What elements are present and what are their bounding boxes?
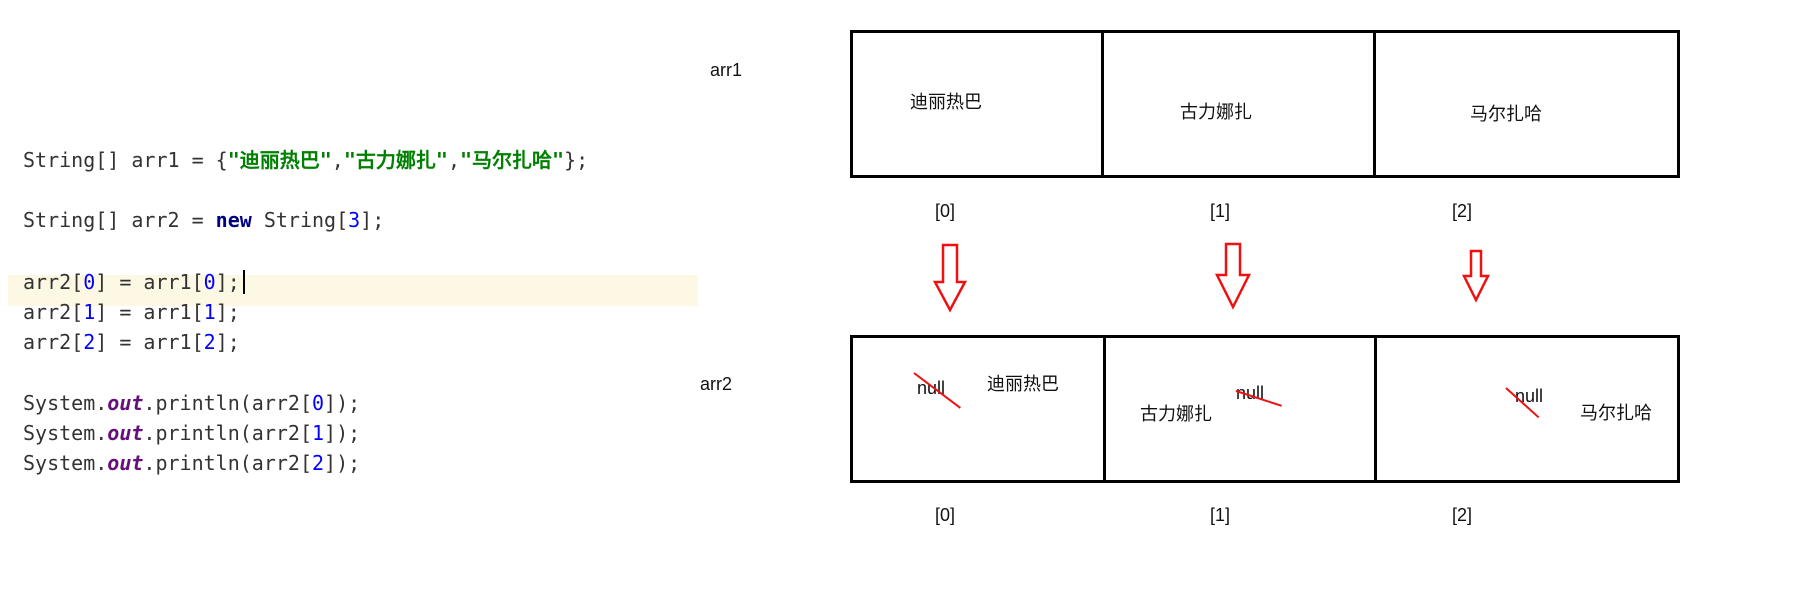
arr1-cell-0: 迪丽热巴 bbox=[910, 92, 982, 112]
code-token: 3 bbox=[348, 208, 361, 232]
code-line: arr2[0] = arr1[0]; bbox=[23, 267, 245, 297]
code-token: "马尔扎哈" bbox=[459, 148, 565, 172]
arr2-cell-0-new: 迪丽热巴 bbox=[987, 374, 1059, 394]
code-token: new bbox=[215, 208, 252, 232]
arr2-index-0: [0] bbox=[935, 505, 956, 525]
code-token: 0 bbox=[203, 270, 216, 294]
code-token: .println(arr2[ bbox=[143, 451, 312, 475]
code-token: arr2[ bbox=[23, 330, 84, 354]
code-token: ]); bbox=[324, 391, 361, 415]
arr1-index-1: [1] bbox=[1210, 201, 1231, 221]
code-token: String[] arr1 = { bbox=[23, 148, 228, 172]
code-token: ]); bbox=[324, 451, 361, 475]
code-token: out bbox=[107, 451, 144, 475]
code-token: 0 bbox=[83, 270, 96, 294]
arr2-box bbox=[850, 335, 1680, 483]
code-token: "古力娜扎" bbox=[343, 148, 448, 172]
code-token: String[] arr2 = bbox=[23, 208, 216, 232]
arr2-divider-1 bbox=[1103, 338, 1106, 480]
code-line: System.out.println(arr2[0]); bbox=[23, 388, 360, 418]
code-token: ]; bbox=[215, 330, 240, 354]
arr2-cell-2-old: null bbox=[1515, 386, 1544, 406]
code-token: 2 bbox=[83, 330, 96, 354]
code-line: String[] arr1 = {"迪丽热巴","古力娜扎","马尔扎哈"}; bbox=[23, 145, 588, 175]
code-token: ] = arr1[ bbox=[95, 270, 204, 294]
code-token: , bbox=[447, 148, 460, 172]
code-token: "迪丽热巴" bbox=[227, 148, 332, 172]
code-panel: String[] arr1 = {"迪丽热巴","古力娜扎","马尔扎哈"}; S… bbox=[0, 0, 700, 603]
code-token: System. bbox=[23, 451, 108, 475]
copy-arrow-1 bbox=[1214, 242, 1252, 310]
code-token: .println(arr2[ bbox=[143, 391, 312, 415]
code-token: ] = arr1[ bbox=[95, 300, 204, 324]
arr1-index-2: [2] bbox=[1452, 201, 1473, 221]
code-line: String[] arr2 = new String[3]; bbox=[23, 205, 384, 235]
text-caret bbox=[242, 269, 245, 294]
code-token: }; bbox=[564, 148, 589, 172]
code-token: 2 bbox=[312, 451, 325, 475]
arr2-divider-2 bbox=[1374, 338, 1377, 480]
code-token: 1 bbox=[83, 300, 96, 324]
arr1-cell-2: 马尔扎哈 bbox=[1470, 104, 1542, 124]
code-token: 0 bbox=[312, 391, 325, 415]
code-token: , bbox=[331, 148, 344, 172]
code-token: .println(arr2[ bbox=[143, 421, 312, 445]
arr1-label: arr1 bbox=[710, 60, 743, 80]
code-token: ]; bbox=[215, 300, 240, 324]
arr2-cell-1-new: 古力娜扎 bbox=[1140, 404, 1212, 424]
code-token: out bbox=[107, 391, 144, 415]
code-token: 1 bbox=[312, 421, 325, 445]
arr2-cell-2-new: 马尔扎哈 bbox=[1580, 403, 1652, 423]
code-token: String[ bbox=[251, 208, 349, 232]
code-token: 2 bbox=[203, 330, 216, 354]
code-token: out bbox=[107, 421, 144, 445]
copy-arrow-0 bbox=[932, 243, 968, 313]
code-token: arr2[ bbox=[23, 270, 84, 294]
code-token: 1 bbox=[203, 300, 216, 324]
arr2-index-1: [1] bbox=[1210, 505, 1231, 525]
code-token: arr2[ bbox=[23, 300, 84, 324]
code-line: System.out.println(arr2[1]); bbox=[23, 418, 360, 448]
copy-arrow-2 bbox=[1461, 249, 1491, 303]
arr2-label: arr2 bbox=[700, 374, 733, 394]
arr2-cell-0-old: null bbox=[917, 378, 946, 398]
code-token: ] = arr1[ bbox=[95, 330, 204, 354]
code-token: ]); bbox=[324, 421, 361, 445]
arr1-divider-1 bbox=[1101, 33, 1104, 175]
code-token: ]; bbox=[360, 208, 385, 232]
code-token: System. bbox=[23, 421, 108, 445]
arr1-cell-1: 古力娜扎 bbox=[1180, 102, 1252, 122]
code-line: arr2[1] = arr1[1]; bbox=[23, 297, 240, 327]
code-token: ]; bbox=[215, 270, 240, 294]
code-token: System. bbox=[23, 391, 108, 415]
code-line: System.out.println(arr2[2]); bbox=[23, 448, 360, 478]
arr1-divider-2 bbox=[1373, 33, 1376, 175]
arr2-index-2: [2] bbox=[1452, 505, 1473, 525]
code-line: arr2[2] = arr1[2]; bbox=[23, 327, 240, 357]
arr1-index-0: [0] bbox=[935, 201, 956, 221]
